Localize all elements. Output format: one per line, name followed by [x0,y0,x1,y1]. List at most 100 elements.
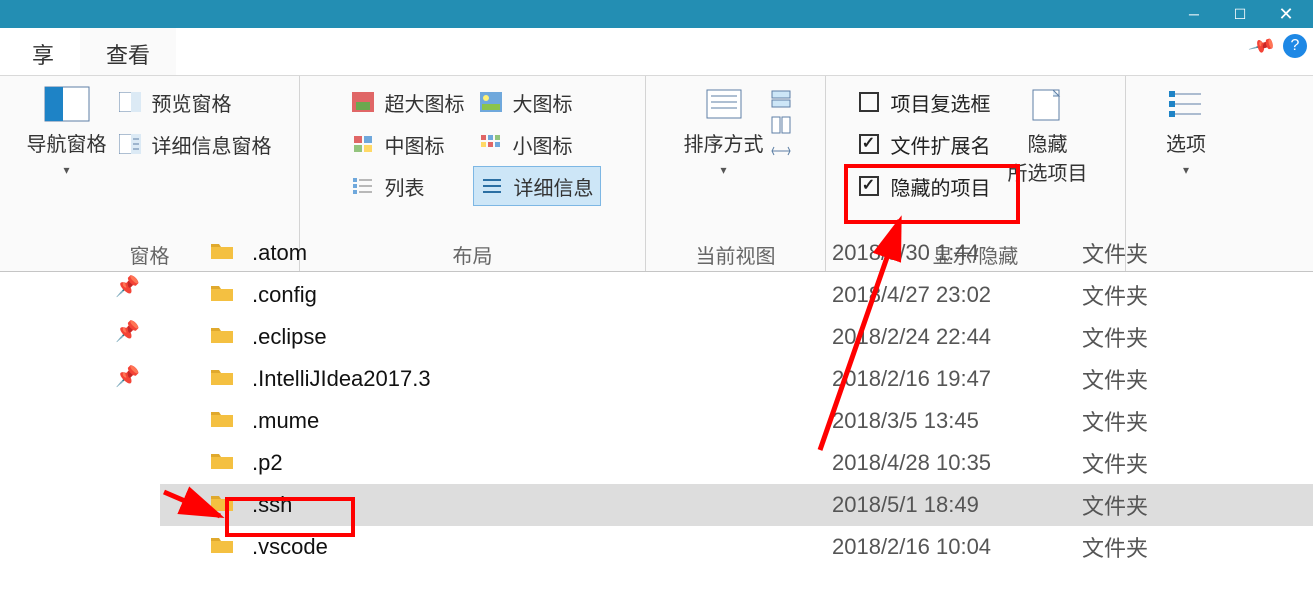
options-button[interactable]: 选项 ▾ [1141,82,1231,177]
layout-small[interactable]: 小图标 [473,124,601,164]
window-titlebar: ─ ☐ ✕ [0,0,1313,28]
list-icon [351,175,375,197]
file-type: 文件夹 [1082,363,1202,395]
navigation-pane-button[interactable]: 导航窗格 ▾ [22,82,112,177]
file-name: .p2 [252,450,832,476]
layout-list-label: 列表 [385,172,425,201]
folder-icon [210,367,252,392]
file-date: 2018/5/1 18:49 [832,492,1082,518]
file-row[interactable]: .p22018/4/28 10:35文件夹 [160,442,1313,484]
close-button[interactable]: ✕ [1263,0,1309,28]
sort-by-label: 排序方式 [684,128,764,157]
preview-pane-label: 预览窗格 [152,88,232,117]
checkbox-item-checkboxes-label: 项目复选框 [891,88,991,117]
layout-small-label: 小图标 [513,130,573,159]
file-list[interactable]: .atom2018/3/30 1:44文件夹 .config2018/4/27 … [160,266,1313,589]
layout-medium[interactable]: 中图标 [345,124,471,164]
checkbox-hidden-items[interactable]: 隐藏的项目 [859,166,991,206]
tab-view[interactable]: 查看 [80,28,176,75]
file-date: 2018/4/28 10:35 [832,450,1082,476]
pin-ribbon-icon[interactable]: 📌 [1247,31,1277,60]
folder-icon [210,409,252,434]
navigation-pane-icon [44,86,90,122]
folder-icon [210,535,252,560]
details-icon [480,175,504,197]
file-date: 2018/3/5 13:45 [832,408,1082,434]
folder-icon [210,325,252,350]
file-row[interactable]: .mume2018/3/5 13:45文件夹 [160,400,1313,442]
checkbox-icon [859,134,879,154]
file-name: .IntelliJIdea2017.3 [252,366,832,392]
checkbox-hidden-items-label: 隐藏的项目 [891,172,991,201]
help-button[interactable]: ? [1283,34,1307,58]
sort-by-button[interactable]: 排序方式 ▾ [679,82,769,177]
file-row[interactable]: .vscode2018/2/16 10:04文件夹 [160,526,1313,568]
folder-icon [210,283,252,308]
file-name: .config [252,282,832,308]
checkbox-file-extensions[interactable]: 文件扩展名 [859,124,991,164]
add-columns-icon[interactable] [769,114,793,136]
layout-large[interactable]: 大图标 [473,82,601,122]
file-type: 文件夹 [1082,237,1202,269]
ribbon-tabs: 享 查看 📌 ? [0,28,1313,76]
preview-pane-icon [118,91,142,113]
file-type: 文件夹 [1082,447,1202,479]
checkbox-icon [859,176,879,196]
quickaccess-gutter: 📌 📌 📌 [0,266,160,589]
file-name: .mume [252,408,832,434]
details-pane-button[interactable]: 详细信息窗格 [112,124,278,164]
file-row[interactable]: .atom2018/3/30 1:44文件夹 [160,232,1313,274]
file-type: 文件夹 [1082,405,1202,437]
file-row[interactable]: .IntelliJIdea2017.32018/2/16 19:47文件夹 [160,358,1313,400]
minimize-button[interactable]: ─ [1171,0,1217,28]
folder-icon [210,241,252,266]
checkbox-file-extensions-label: 文件扩展名 [891,130,991,159]
hide-selected-label1: 隐藏 [1028,128,1068,157]
file-row[interactable]: .eclipse2018/2/24 22:44文件夹 [160,316,1313,358]
file-date: 2018/2/24 22:44 [832,324,1082,350]
file-type: 文件夹 [1082,531,1202,563]
small-icons-icon [479,133,503,155]
file-date: 2018/2/16 19:47 [832,366,1082,392]
preview-pane-button[interactable]: 预览窗格 [112,82,278,122]
file-list-area: 📌 📌 📌 .atom2018/3/30 1:44文件夹 .config2018… [0,266,1313,589]
medium-icons-icon [351,133,375,155]
hide-selected-label2: 所选项目 [1008,157,1088,186]
file-name: .eclipse [252,324,832,350]
pin-icon[interactable]: 📌 [115,274,140,299]
file-name: .vscode [252,534,832,560]
file-date: 2018/4/27 23:02 [832,282,1082,308]
pin-icon[interactable]: 📌 [115,364,140,389]
file-type: 文件夹 [1082,489,1202,521]
hide-selected-button[interactable]: 隐藏 所选项目 [1003,82,1093,186]
file-date: 2018/3/30 1:44 [832,240,1082,266]
layout-extra-large-label: 超大图标 [385,88,465,117]
tab-share[interactable]: 享 [6,28,80,75]
layout-medium-label: 中图标 [385,130,445,159]
details-pane-label: 详细信息窗格 [152,130,272,159]
group-by-icon[interactable] [769,88,793,110]
options-icon [1163,86,1209,122]
folder-icon [210,493,252,518]
layout-list[interactable]: 列表 [345,166,471,206]
extra-large-icons-icon [351,91,375,113]
file-row[interactable]: .ssh2018/5/1 18:49文件夹 [160,484,1313,526]
navigation-pane-label: 导航窗格 [27,128,107,157]
folder-icon [210,451,252,476]
pin-icon[interactable]: 📌 [115,319,140,344]
details-pane-icon [118,133,142,155]
maximize-button[interactable]: ☐ [1217,0,1263,28]
large-icons-icon [479,91,503,113]
layout-large-label: 大图标 [513,88,573,117]
checkbox-item-checkboxes[interactable]: 项目复选框 [859,82,991,122]
file-type: 文件夹 [1082,321,1202,353]
file-name: .atom [252,240,832,266]
size-columns-icon[interactable] [769,140,793,162]
layout-details-label: 详细信息 [514,172,594,201]
options-label: 选项 [1166,128,1206,157]
sort-by-icon [701,86,747,122]
hide-selected-icon [1025,86,1071,122]
layout-extra-large[interactable]: 超大图标 [345,82,471,122]
file-row[interactable]: .config2018/4/27 23:02文件夹 [160,274,1313,316]
layout-details[interactable]: 详细信息 [473,166,601,206]
